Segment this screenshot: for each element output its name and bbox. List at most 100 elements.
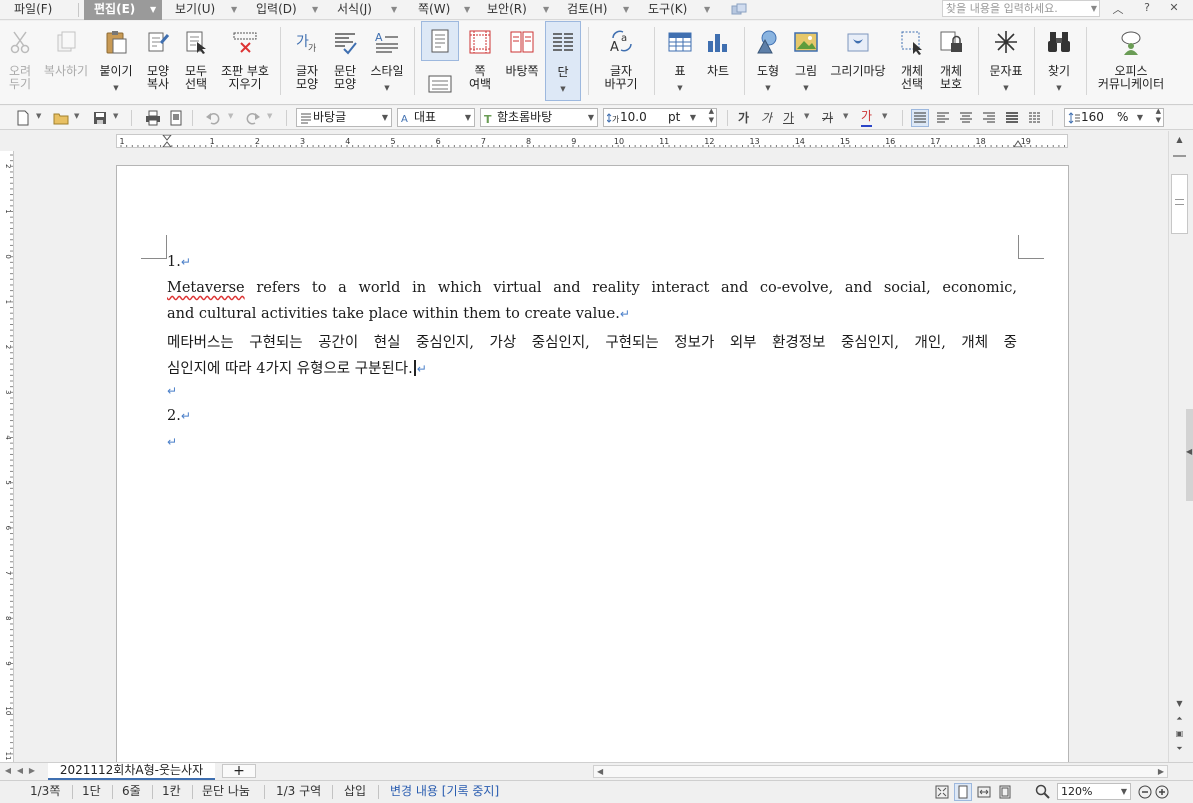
picture-button[interactable]: 그림 ▼ [788, 21, 824, 101]
scroll-up-icon[interactable]: ▲ [1171, 133, 1188, 147]
zoom-magnifier-icon[interactable] [1035, 784, 1050, 799]
bold-button[interactable]: 가 [738, 109, 749, 127]
chevron-down-icon[interactable]: ▼ [267, 112, 272, 120]
spin-arrows-icon[interactable]: ▲ ▼ [1156, 109, 1161, 125]
draw-market-button[interactable]: 그리기마당 [826, 21, 890, 101]
replace-button[interactable]: Aa 글자 바꾸기 [598, 21, 644, 101]
help-icon[interactable]: ? [1139, 1, 1155, 14]
indent-marker[interactable] [162, 135, 172, 147]
page-view-icon[interactable] [954, 783, 972, 801]
next-tab-icon[interactable]: ▶ [27, 764, 37, 778]
search-input[interactable]: 찾을 내용을 입력하세요. ▼ [942, 0, 1100, 17]
copy-button[interactable]: 복사하기 [40, 21, 92, 101]
chevron-down-icon[interactable]: ▼ [228, 112, 233, 120]
symbols-button[interactable]: 문자표 ▼ [985, 21, 1027, 101]
align-right-icon[interactable] [981, 110, 997, 126]
align-left-icon[interactable] [935, 110, 951, 126]
undo-icon[interactable] [205, 110, 221, 126]
toolbar-customize-icon[interactable] [731, 3, 747, 16]
para-shape-button[interactable]: 문단 모양 [326, 21, 364, 101]
page-list-button[interactable] [421, 65, 459, 101]
page-jump-icon[interactable]: ▣ [1171, 727, 1188, 741]
scroll-left-icon[interactable]: ◀ [597, 766, 603, 777]
scroll-right-icon[interactable]: ▶ [1158, 766, 1164, 777]
doc-line[interactable]: 2.↵ [167, 408, 191, 424]
format-copy-button[interactable]: 모양 복사 [140, 21, 176, 101]
language-select[interactable]: A 대표 ▼ [397, 108, 475, 127]
font-select[interactable]: T 함초롬바탕 ▼ [480, 108, 598, 127]
columns-button[interactable]: 단 ▼ [545, 21, 581, 101]
font-color-button[interactable]: 가 [861, 109, 873, 127]
strikethrough-button[interactable]: 가 [822, 109, 833, 127]
document-area[interactable]: 1.↵ Metaverse refers to a world in which… [15, 151, 1168, 762]
select-all-button[interactable]: 모두 선택 [178, 21, 214, 101]
menu-insert[interactable]: 입력(D) ▼ [256, 0, 324, 20]
fit-page-icon[interactable] [998, 785, 1012, 799]
scroll-thumb[interactable] [1171, 174, 1188, 234]
save-icon[interactable] [92, 110, 108, 126]
chevron-down-icon[interactable]: ▼ [36, 112, 41, 120]
fullscreen-view-icon[interactable] [935, 785, 949, 799]
align-center-icon[interactable] [958, 110, 974, 126]
remove-markup-button[interactable]: 조판 부호 지우기 [216, 21, 274, 101]
horizontal-scrollbar[interactable]: ◀ ▶ [593, 765, 1168, 778]
chevron-down-icon[interactable]: ▼ [804, 112, 809, 120]
open-folder-icon[interactable] [53, 110, 69, 126]
shape-button[interactable]: 도형 ▼ [750, 21, 786, 101]
style-select[interactable]: 바탕글 ▼ [296, 108, 392, 127]
split-handle[interactable] [1173, 155, 1186, 157]
menu-format[interactable]: 서식(J) ▼ [337, 0, 403, 20]
status-track-changes[interactable]: 변경 내용 [기록 중지] [390, 781, 499, 803]
document-tab[interactable]: 2021112회차A형-웃는사자 [48, 763, 215, 780]
status-insert-mode[interactable]: 삽입 [344, 781, 366, 803]
new-document-icon[interactable] [15, 110, 31, 126]
scroll-down-icon[interactable]: ▼ [1171, 697, 1188, 711]
redo-icon[interactable] [245, 110, 261, 126]
chevron-down-icon[interactable]: ▼ [882, 112, 887, 120]
document-page[interactable]: 1.↵ Metaverse refers to a world in which… [116, 165, 1069, 762]
doc-line[interactable]: ↵ [167, 434, 177, 450]
doc-line[interactable]: ↵ [167, 383, 177, 399]
menu-file[interactable]: 파일(F) [14, 0, 74, 20]
doc-line[interactable]: Metaverse refers to a world in which vir… [167, 280, 1017, 296]
menu-page[interactable]: 쪽(W) ▼ [418, 0, 478, 20]
align-distribute-icon[interactable] [1004, 110, 1020, 126]
doc-line[interactable]: 1.↵ [167, 254, 191, 270]
paste-button[interactable]: 붙이기 ▼ [96, 21, 136, 101]
spin-arrows-icon[interactable]: ▲ ▼ [709, 109, 714, 125]
chart-button[interactable]: 차트 [700, 21, 736, 101]
page-margin-button[interactable]: 쪽 여백 [462, 21, 498, 101]
char-shape-button[interactable]: 가가 글자 모양 [288, 21, 326, 101]
add-tab-button[interactable]: + [222, 764, 256, 778]
align-justify-icon[interactable] [911, 109, 929, 127]
line-spacing-input[interactable]: 160 % ▼ ▲ ▼ [1064, 108, 1164, 127]
doc-line[interactable]: and cultural activities take place withi… [167, 306, 630, 322]
community-button[interactable]: 오피스 커뮤니케이터 [1090, 21, 1172, 101]
obj-select-button[interactable]: 개체 선택 [894, 21, 930, 101]
menu-view[interactable]: 보기(U) ▼ [175, 0, 243, 20]
doc-line[interactable]: 심인지에 따라 4가지 유형으로 구분된다. ↵ [167, 357, 427, 378]
first-tab-icon[interactable]: ◀ [3, 764, 13, 778]
next-page-icon[interactable]: ⏷ [1171, 742, 1188, 756]
print-preview-icon[interactable] [168, 110, 184, 126]
chevron-down-icon[interactable]: ▼ [74, 112, 79, 120]
fit-width-icon[interactable] [977, 785, 991, 799]
font-size-input[interactable]: 가 10.0 pt ▼ ▲ ▼ [603, 108, 717, 127]
close-icon[interactable]: ✕ [1166, 1, 1182, 14]
menu-tools[interactable]: 도구(K) ▼ [648, 0, 714, 20]
table-button[interactable]: 표 ▼ [662, 21, 698, 101]
chevron-down-icon[interactable]: ▼ [1091, 1, 1097, 16]
page-layout-button[interactable] [421, 21, 459, 61]
obj-protect-button[interactable]: 개체 보호 [932, 21, 970, 101]
status-page[interactable]: 1/3쪽 [30, 781, 60, 803]
collapse-ribbon-icon[interactable]: ︿ [1110, 1, 1126, 17]
side-panel-toggle[interactable]: ◀ [1186, 409, 1193, 501]
italic-button[interactable]: 가 [761, 109, 772, 127]
cut-button[interactable]: 오려 두기 [3, 21, 37, 101]
doc-line[interactable]: 메타버스는 구현되는 공간이 현실 중심인지, 가상 중심인지, 구현되는 정보… [167, 331, 1017, 352]
menu-edit[interactable]: 편집(E) ▼ [84, 0, 162, 20]
chevron-down-icon[interactable]: ▼ [843, 112, 848, 120]
zoom-select[interactable]: 120% ▼ [1057, 783, 1131, 800]
underline-button[interactable]: 가 [783, 109, 794, 127]
vertical-ruler[interactable]: 2 1 0 1 2 3 4 5 6 7 8 9 10 11 [0, 151, 14, 762]
